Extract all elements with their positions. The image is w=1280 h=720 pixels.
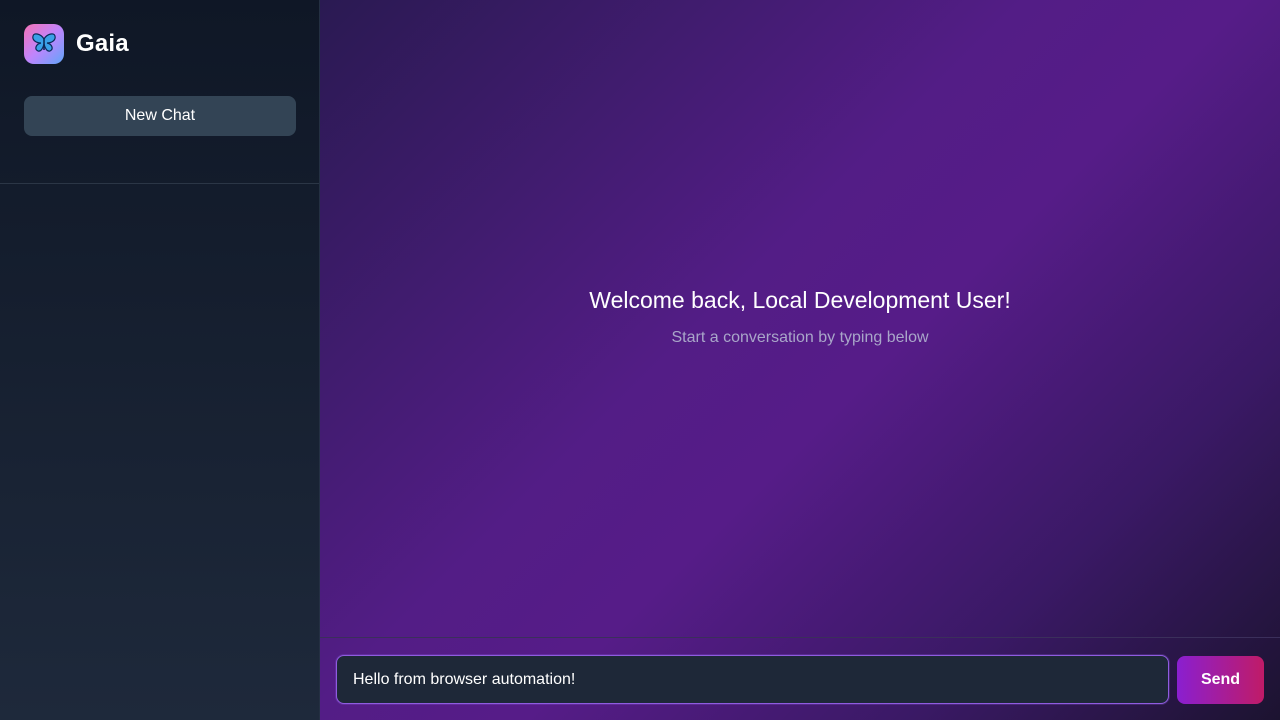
app-window: Gaia New Chat Welcome back, Local Develo… (0, 0, 1280, 720)
new-chat-button[interactable]: New Chat (24, 96, 296, 136)
message-composer: Send (320, 637, 1280, 720)
app-name: Gaia (76, 30, 129, 57)
send-button[interactable]: Send (1177, 656, 1264, 704)
welcome-subtitle: Start a conversation by typing below (671, 329, 929, 346)
welcome-panel: Welcome back, Local Development User! St… (320, 284, 1280, 348)
welcome-title: Welcome back, Local Development User! (589, 287, 1011, 313)
chat-main: Welcome back, Local Development User! St… (320, 0, 1280, 720)
brand: Gaia (24, 24, 129, 64)
butterfly-icon (24, 24, 64, 64)
message-input[interactable] (336, 655, 1169, 704)
sidebar-header: Gaia New Chat (0, 0, 319, 184)
sidebar: Gaia New Chat (0, 0, 320, 720)
